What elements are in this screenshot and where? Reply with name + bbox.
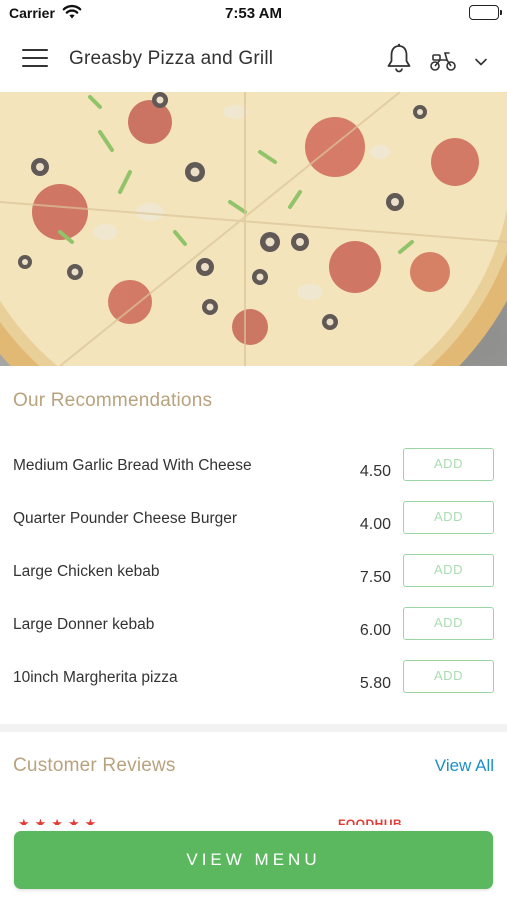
hamburger-menu-icon[interactable] bbox=[22, 49, 48, 71]
item-name: Large Donner kebab bbox=[13, 616, 155, 633]
item-name: 10inch Margherita pizza bbox=[13, 669, 178, 686]
item-price: 5.80 bbox=[359, 675, 391, 692]
status-time: 7:53 AM bbox=[225, 5, 282, 22]
item-price: 6.00 bbox=[359, 622, 391, 639]
item-name: Medium Garlic Bread With Cheese bbox=[13, 457, 252, 474]
view-all-reviews-link[interactable]: View All bbox=[435, 756, 494, 776]
bottom-action-bar: VIEW MENU bbox=[0, 825, 507, 900]
add-button[interactable]: ADD bbox=[403, 554, 494, 587]
item-price: 4.00 bbox=[359, 516, 391, 533]
add-button[interactable]: ADD bbox=[403, 448, 494, 481]
section-divider bbox=[0, 724, 507, 732]
app-header: Greasby Pizza and Grill bbox=[0, 28, 507, 92]
view-menu-button[interactable]: VIEW MENU bbox=[14, 831, 493, 889]
add-button[interactable]: ADD bbox=[403, 607, 494, 640]
hero-pizza-image bbox=[0, 92, 507, 366]
restaurant-title: Greasby Pizza and Grill bbox=[69, 48, 274, 69]
item-name: Quarter Pounder Cheese Burger bbox=[13, 510, 238, 527]
recommendation-item: 10inch Margherita pizza 5.80 ADD bbox=[0, 660, 507, 722]
status-bar: Carrier 7:53 AM bbox=[0, 0, 507, 28]
scooter-icon bbox=[428, 48, 458, 77]
add-button[interactable]: ADD bbox=[403, 660, 494, 693]
battery-icon bbox=[469, 5, 502, 20]
add-button[interactable]: ADD bbox=[403, 501, 494, 534]
chevron-down-icon bbox=[474, 54, 488, 72]
item-price: 7.50 bbox=[359, 569, 391, 586]
reviews-heading: Customer Reviews bbox=[13, 755, 176, 776]
recommendations-heading: Our Recommendations bbox=[13, 390, 213, 411]
delivery-mode-selector[interactable] bbox=[428, 48, 490, 72]
item-price: 4.50 bbox=[359, 463, 391, 480]
bell-icon[interactable] bbox=[384, 42, 414, 74]
item-name: Large Chicken kebab bbox=[13, 563, 160, 580]
